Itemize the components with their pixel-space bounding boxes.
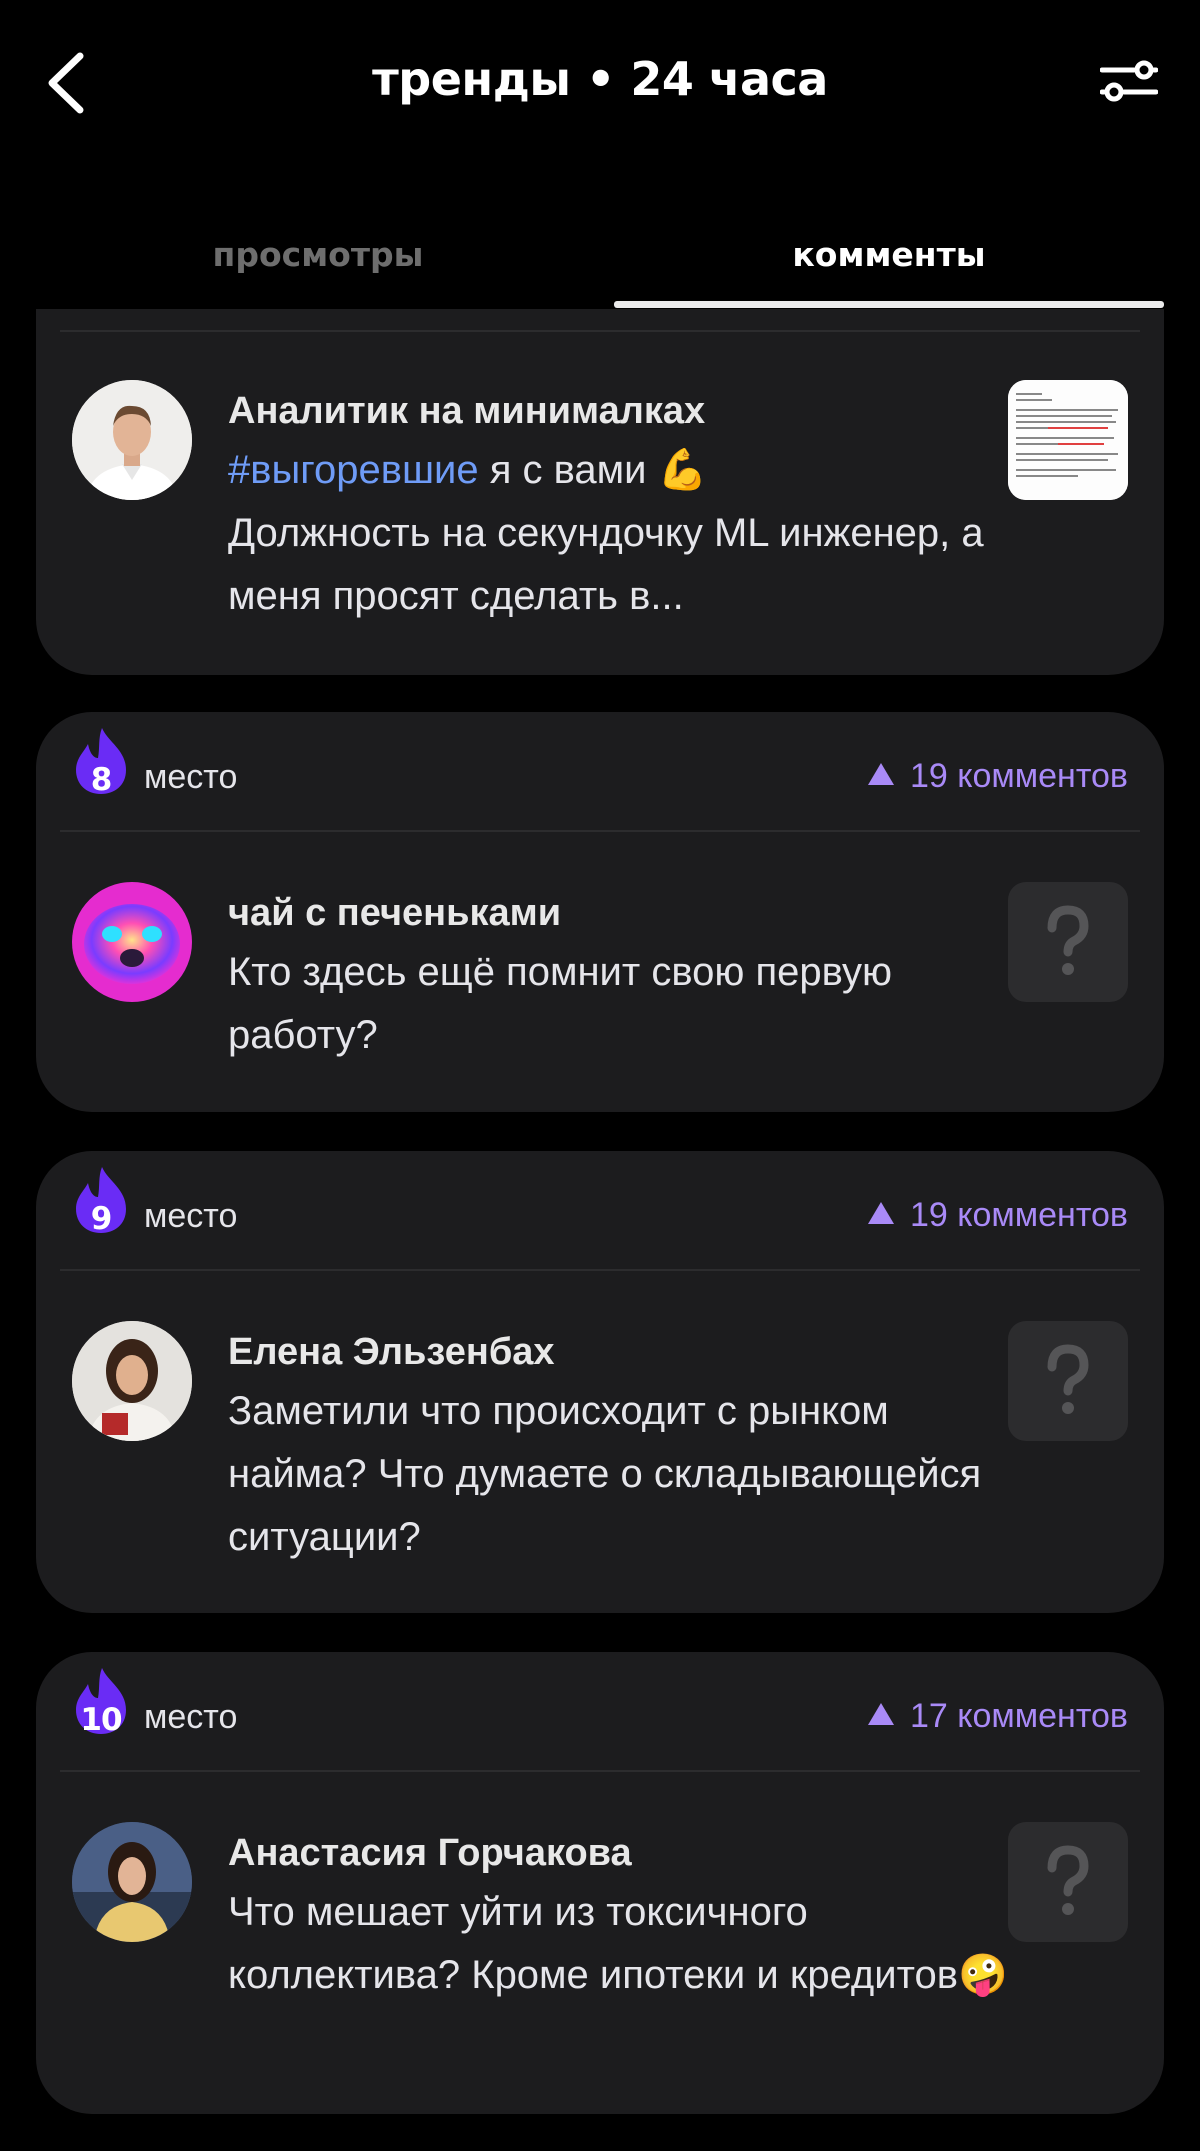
active-tab-indicator <box>614 301 1164 308</box>
post-text-part: я с вами 💪 <box>478 448 708 492</box>
comments-count[interactable]: 17 комментов <box>867 1697 1128 1736</box>
post-text: Кто здесь ещё помнит свою первую работу? <box>228 950 893 1057</box>
post-thumbnail[interactable] <box>1008 1321 1128 1441</box>
divider <box>60 1770 1140 1772</box>
triangle-up-icon <box>867 1703 894 1725</box>
post-text: #выгоревшие я с вами 💪 Должность на секун… <box>228 439 1028 628</box>
tab-comments[interactable]: комменты <box>614 225 1164 309</box>
question-mark-icon <box>1047 1344 1089 1414</box>
sliders-icon <box>1099 60 1159 102</box>
comments-count-text: 19 комментов <box>909 757 1128 795</box>
question-mark-icon <box>1047 1845 1089 1915</box>
triangle-up-icon <box>867 763 894 785</box>
avatar[interactable] <box>72 380 192 500</box>
avatar-image <box>72 380 192 500</box>
top-bar: тренды • 24 часа <box>0 0 1200 170</box>
comments-count-text: 17 комментов <box>909 1697 1128 1735</box>
avatar[interactable] <box>72 1822 192 1942</box>
filter-button[interactable] <box>1099 58 1159 104</box>
comments-count[interactable]: 19 комментов <box>867 1196 1128 1235</box>
triangle-up-icon <box>867 1202 894 1224</box>
avatar-image <box>72 1321 192 1441</box>
avatar[interactable] <box>72 882 192 1002</box>
avatar-image <box>72 1822 192 1942</box>
avatar-image <box>72 882 192 1002</box>
hashtag-link[interactable]: #выгоревшие <box>228 448 479 492</box>
place-label: место <box>144 758 238 796</box>
rank-row: 10 место 17 комментов <box>36 1652 1164 1772</box>
post-author[interactable]: Аналитик на минималках <box>228 390 705 433</box>
place-label: место <box>144 1197 238 1235</box>
tab-bar: просмотры комменты <box>36 225 1164 309</box>
rank-number: 9 <box>90 1201 113 1237</box>
rank-row: 9 место 19 комментов <box>36 1151 1164 1271</box>
post-author[interactable]: Анастасия Горчакова <box>228 1832 632 1875</box>
rank-number: 8 <box>90 762 113 798</box>
rank-number: 10 <box>80 1702 122 1738</box>
comments-count[interactable]: 19 комментов <box>867 757 1128 796</box>
divider <box>60 830 1140 832</box>
post-text: Заметили что происходит с рынком найма? … <box>228 1389 982 1559</box>
question-mark-icon <box>1047 905 1089 975</box>
post-author[interactable]: чай с печеньками <box>228 892 561 935</box>
post-text-part: Должность на секундочку ML инженер, а ме… <box>228 511 984 618</box>
tab-views[interactable]: просмотры <box>36 225 600 309</box>
document-preview-image <box>1008 380 1128 500</box>
post-thumbnail[interactable] <box>1008 380 1128 500</box>
post-card-rank-8[interactable]: 8 место 19 комментов чай с печеньками Кт… <box>36 712 1164 1112</box>
post-thumbnail[interactable] <box>1008 1822 1128 1942</box>
post-card-rank-9[interactable]: 9 место 19 комментов Елена Эльзенбах Зам… <box>36 1151 1164 1613</box>
divider <box>60 1269 1140 1271</box>
avatar[interactable] <box>72 1321 192 1441</box>
rank-row: 8 место 19 комментов <box>36 712 1164 832</box>
post-text: Что мешает уйти из токсичного коллектива… <box>228 1890 1008 1997</box>
place-label: место <box>144 1698 238 1736</box>
post-card-rank-10[interactable]: 10 место 17 комментов Анастасия Горчаков… <box>36 1652 1164 2114</box>
comments-count-text: 19 комментов <box>909 1196 1128 1234</box>
post-card[interactable]: Аналитик на минималках #выгоревшие я с в… <box>36 250 1164 675</box>
page-title: тренды • 24 часа <box>372 52 828 106</box>
post-thumbnail[interactable] <box>1008 882 1128 1002</box>
divider <box>60 330 1140 332</box>
post-author[interactable]: Елена Эльзенбах <box>228 1331 555 1374</box>
